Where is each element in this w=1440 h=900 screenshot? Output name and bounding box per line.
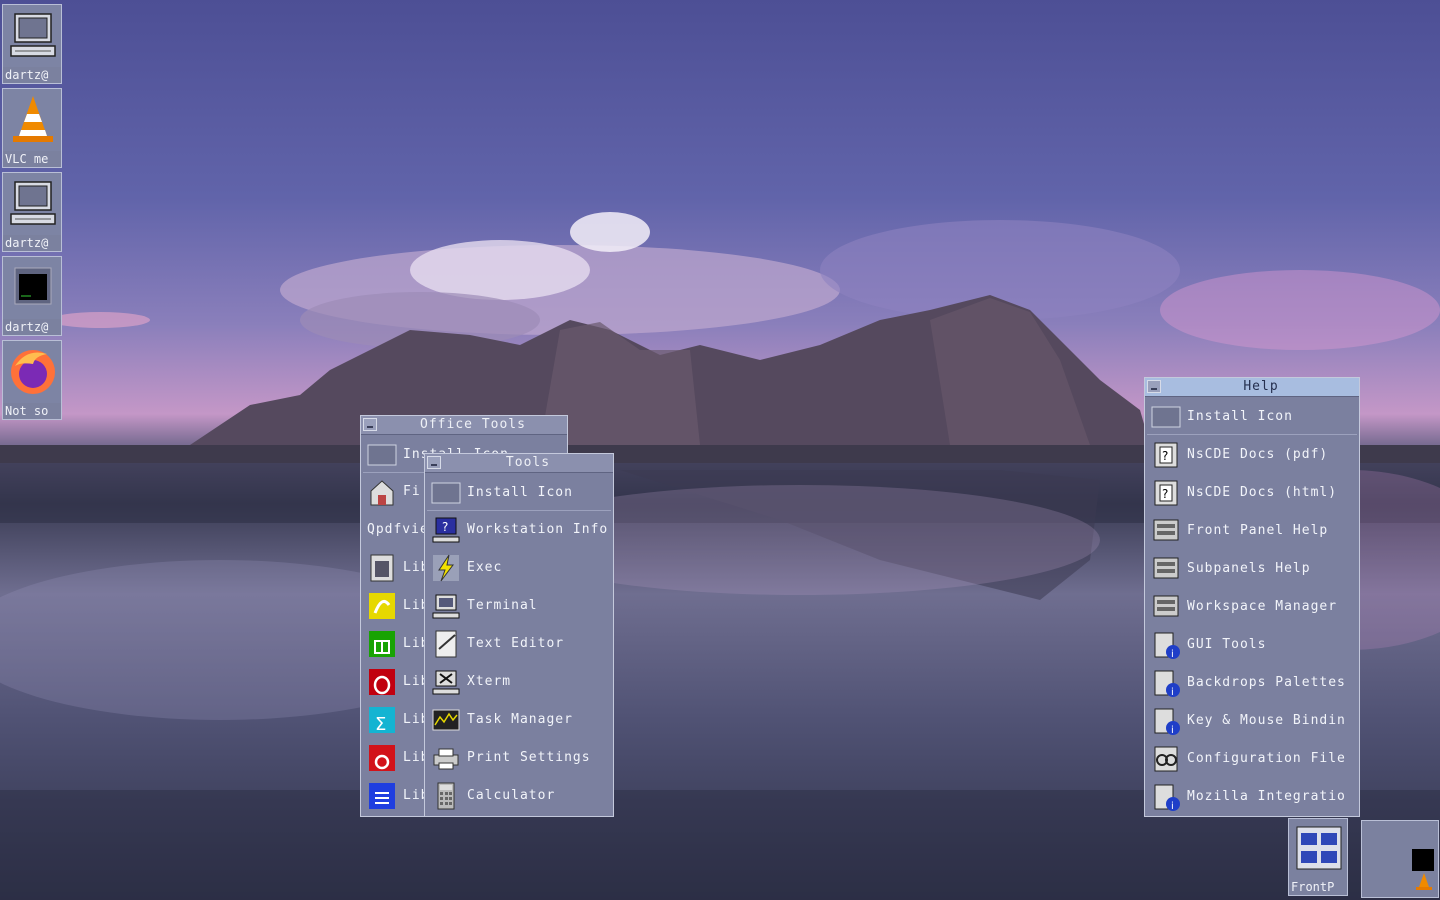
help-panel-icon xyxy=(1153,519,1179,541)
desktop-icon-label: dartz@ xyxy=(3,319,61,335)
computer-icon xyxy=(10,181,56,225)
help-subpanel: Help Install Icon ? NsCDE Docs (pdf) ? N… xyxy=(1144,377,1360,817)
office-tools-titlebar[interactable]: Office Tools xyxy=(361,416,567,435)
tools-item-task-manager[interactable]: Task Manager xyxy=(427,702,611,738)
help-title: Help xyxy=(1243,379,1279,394)
minimize-button[interactable] xyxy=(1147,380,1161,393)
desktop-icon-label: Not so xyxy=(3,403,61,419)
front-panel-label: FrontP xyxy=(1291,880,1335,894)
tools-item-print-settings[interactable]: Print Settings xyxy=(427,740,611,776)
info-doc-icon: i xyxy=(1154,670,1180,698)
help-item-install-icon[interactable]: Install Icon xyxy=(1147,399,1357,435)
svg-text:?: ? xyxy=(442,520,448,534)
office-tools-title: Office Tools xyxy=(420,417,526,432)
desktop-icon-label: dartz@ xyxy=(3,235,61,251)
tools-item-exec[interactable]: Exec xyxy=(427,550,611,586)
minimize-button[interactable] xyxy=(363,418,377,431)
tools-item-calculator[interactable]: Calculator xyxy=(427,778,611,814)
info-doc-icon: i xyxy=(1154,784,1180,812)
help-panel-icon xyxy=(1153,595,1179,617)
terminal-icon xyxy=(432,594,460,619)
desktop-background: dartz@ VLC me dartz@ dartz@ Not so Offic… xyxy=(0,0,1440,900)
tools-item-xterm[interactable]: Xterm xyxy=(427,664,611,700)
help-titlebar[interactable]: Help xyxy=(1145,378,1359,397)
terminal-window-icon xyxy=(14,267,52,305)
tools-subpanel: Tools Install Icon ? Workstation Info Ex… xyxy=(424,453,614,817)
svg-text:i: i xyxy=(1171,687,1174,698)
help-item-subpanels-help[interactable]: Subpanels Help xyxy=(1147,551,1357,587)
front-panel-button[interactable]: FrontP xyxy=(1288,818,1348,896)
lightning-icon xyxy=(433,554,459,582)
tools-title: Tools xyxy=(505,455,551,470)
printer-icon xyxy=(433,748,459,770)
tools-item-workstation-info[interactable]: ? Workstation Info xyxy=(427,512,611,548)
help-item-workspace-manager[interactable]: Workspace Manager xyxy=(1147,589,1357,625)
xterm-icon xyxy=(432,670,460,695)
tools-item-terminal[interactable]: Terminal xyxy=(427,588,611,624)
desktop-icon-firefox[interactable]: Not so xyxy=(2,340,62,420)
install-icon xyxy=(367,444,397,466)
libreoffice-icon xyxy=(369,745,395,771)
help-item-docs-pdf[interactable]: ? NsCDE Docs (pdf) xyxy=(1147,437,1357,473)
svg-text:?: ? xyxy=(1162,449,1168,463)
info-doc-icon: i xyxy=(1154,632,1180,660)
help-panel-icon xyxy=(1153,557,1179,579)
help-item-mozilla-integration[interactable]: i Mozilla Integratio xyxy=(1147,779,1357,815)
help-item-backdrops-palettes[interactable]: i Backdrops Palettes xyxy=(1147,665,1357,701)
help-item-front-panel-help[interactable]: Front Panel Help xyxy=(1147,513,1357,549)
desktop-icon-terminal[interactable]: dartz@ xyxy=(2,256,62,336)
svg-text:i: i xyxy=(1171,725,1174,736)
workspace-pager[interactable] xyxy=(1361,820,1439,898)
task-manager-icon xyxy=(432,709,460,731)
help-item-key-mouse-bindings[interactable]: i Key & Mouse Bindin xyxy=(1147,703,1357,739)
tools-item-install-icon[interactable]: Install Icon xyxy=(427,475,611,511)
libreoffice-base-icon xyxy=(370,554,394,582)
firefox-icon xyxy=(11,350,55,394)
libreoffice-impress-icon xyxy=(369,669,395,695)
help-item-gui-tools[interactable]: i GUI Tools xyxy=(1147,627,1357,663)
computer-icon xyxy=(10,13,56,57)
front-panel-icon xyxy=(1296,826,1342,870)
libreoffice-writer-icon xyxy=(369,783,395,809)
svg-text:i: i xyxy=(1171,801,1174,812)
svg-text:?: ? xyxy=(1162,487,1168,501)
libreoffice-draw-icon xyxy=(369,593,395,619)
tools-item-text-editor[interactable]: Text Editor xyxy=(427,626,611,662)
desktop-icon-computer-2[interactable]: dartz@ xyxy=(2,172,62,252)
text-editor-icon xyxy=(435,630,457,658)
libreoffice-calc-icon xyxy=(369,631,395,657)
info-doc-icon: i xyxy=(1154,708,1180,736)
calculator-icon xyxy=(437,782,455,810)
install-icon xyxy=(431,482,461,504)
install-icon xyxy=(1151,406,1181,428)
help-item-configuration-file[interactable]: Configuration File xyxy=(1147,741,1357,777)
file-manager-icon xyxy=(370,480,394,506)
desktop-icon-computer-1[interactable]: dartz@ xyxy=(2,4,62,84)
help-book-icon: ? xyxy=(1154,442,1178,468)
desktop-icon-label: dartz@ xyxy=(3,67,61,83)
info-monitor-icon: ? xyxy=(432,517,460,543)
desktop-icon-label: VLC me xyxy=(3,151,61,167)
tools-titlebar[interactable]: Tools xyxy=(425,454,613,473)
pager-icon xyxy=(1412,849,1434,890)
help-item-docs-html[interactable]: ? NsCDE Docs (html) xyxy=(1147,475,1357,511)
minimize-button[interactable] xyxy=(427,456,441,469)
config-icon xyxy=(1154,746,1178,772)
svg-text:i: i xyxy=(1171,649,1174,660)
libreoffice-math-icon: Σ xyxy=(369,707,395,735)
help-book-icon: ? xyxy=(1154,480,1178,506)
vlc-cone-icon xyxy=(13,96,53,142)
svg-text:Σ: Σ xyxy=(375,714,386,735)
desktop-icon-vlc[interactable]: VLC me xyxy=(2,88,62,168)
